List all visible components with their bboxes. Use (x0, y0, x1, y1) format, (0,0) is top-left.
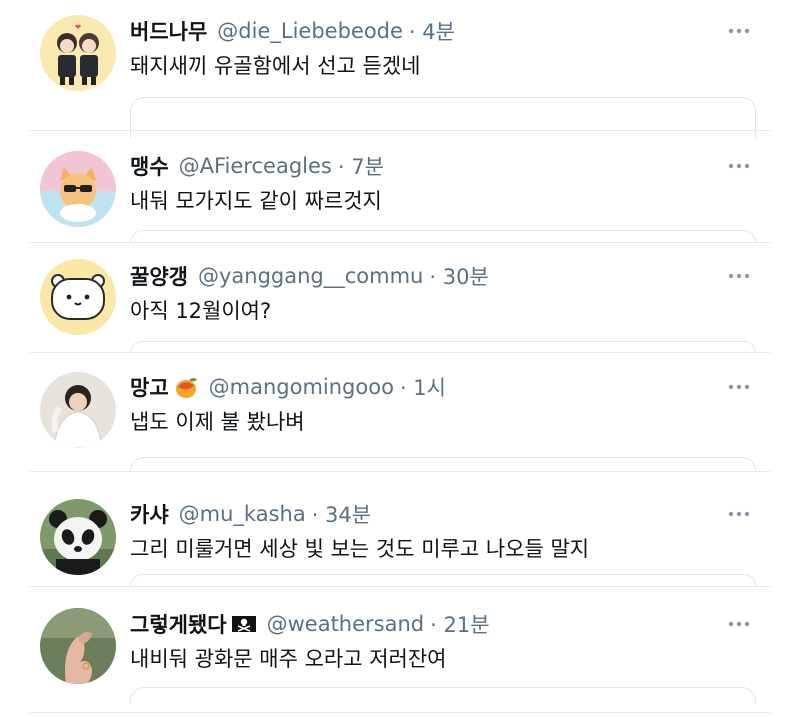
timestamp[interactable]: · 30분 (429, 261, 488, 291)
quoted-card[interactable] (130, 687, 756, 704)
user-handle[interactable]: @mangomingooo (209, 375, 394, 399)
display-name[interactable]: 꿀양갱 (130, 261, 188, 291)
avatar[interactable] (40, 499, 116, 575)
tweet[interactable]: 그렇게됐다 @weathersand · 21분 내비둬 광화문 매주 오라고 … (30, 593, 770, 711)
user-handle[interactable]: @die_Liebebeode (217, 19, 403, 43)
user-handle[interactable]: @yanggang__commu (198, 264, 423, 288)
tweet-header: 망고 @mangomingooo · 1시 (130, 370, 446, 404)
avatar[interactable] (40, 151, 116, 227)
user-handle[interactable]: @weathersand (267, 612, 425, 636)
tweet-header: 꿀양갱 @yanggang__commu · 30분 (130, 259, 489, 293)
display-name[interactable]: 그렇게됐다 (130, 609, 227, 639)
more-options-icon[interactable] (724, 372, 754, 402)
tweet-text: 아직 12월이여? (130, 299, 272, 323)
mango-icon (173, 374, 199, 400)
tweet-text: 냅도 이제 불 봤나벼 (130, 410, 305, 434)
quoted-card[interactable] (130, 97, 756, 138)
tweet-text: 내둬 모가지도 같이 짜르것지 (130, 189, 382, 213)
timestamp[interactable]: · 34분 (312, 499, 371, 529)
tweet[interactable]: 망고 @mangomingooo · 1시 냅도 이제 불 봤나벼 (30, 356, 770, 472)
divider (30, 586, 770, 587)
more-options-icon[interactable] (724, 151, 754, 181)
avatar[interactable] (40, 15, 116, 91)
more-options-icon[interactable] (724, 16, 754, 46)
divider (30, 130, 770, 131)
avatar[interactable] (40, 259, 116, 335)
tweet-header: 카샤 @mu_kasha · 34분 (130, 497, 371, 531)
tweet-text: 돼지새끼 유골함에서 선고 듣겠네 (130, 54, 421, 78)
divider (30, 471, 770, 472)
avatar[interactable] (40, 608, 116, 684)
quoted-card[interactable] (130, 457, 756, 472)
tweet-header: 버드나무 @die_Liebebeode · 4분 (130, 14, 455, 48)
more-options-icon[interactable] (724, 261, 754, 291)
avatar[interactable] (40, 372, 116, 448)
tweet[interactable]: 버드나무 @die_Liebebeode · 4분 돼지새끼 유골함에서 선고 … (30, 0, 770, 138)
tweet[interactable]: 맹수 @AFierceagles · 7분 내둬 모가지도 같이 짜르것지 (30, 135, 770, 243)
pirate-flag-icon (231, 611, 257, 637)
display-name[interactable]: 맹수 (130, 151, 169, 181)
tweet-text: 내비둬 광화문 매주 오라고 저러잔여 (130, 647, 447, 671)
divider (30, 352, 770, 353)
more-options-icon[interactable] (724, 609, 754, 639)
more-options-icon[interactable] (724, 499, 754, 529)
timestamp[interactable]: · 4분 (409, 16, 455, 46)
tweet-header: 맹수 @AFierceagles · 7분 (130, 149, 384, 183)
display-name[interactable]: 카샤 (130, 499, 169, 529)
display-name[interactable]: 망고 (130, 372, 169, 402)
user-handle[interactable]: @AFierceagles (179, 154, 332, 178)
tweet-header: 그렇게됐다 @weathersand · 21분 (130, 607, 490, 641)
user-handle[interactable]: @mu_kasha (179, 502, 306, 526)
tweet[interactable]: 카샤 @mu_kasha · 34분 그리 미룰거면 세상 빛 보는 것도 미루… (30, 483, 770, 586)
divider (30, 712, 770, 713)
tweet[interactable]: 꿀양갱 @yanggang__commu · 30분 아직 12월이여? (30, 245, 770, 353)
tweet-text: 그리 미룰거면 세상 빛 보는 것도 미루고 나오들 말지 (130, 537, 590, 561)
display-name[interactable]: 버드나무 (130, 16, 207, 46)
quoted-card[interactable] (130, 574, 756, 586)
timestamp[interactable]: · 21분 (430, 609, 489, 639)
divider (30, 242, 770, 243)
timestamp[interactable]: · 7분 (338, 151, 384, 181)
timestamp[interactable]: · 1시 (400, 372, 446, 402)
